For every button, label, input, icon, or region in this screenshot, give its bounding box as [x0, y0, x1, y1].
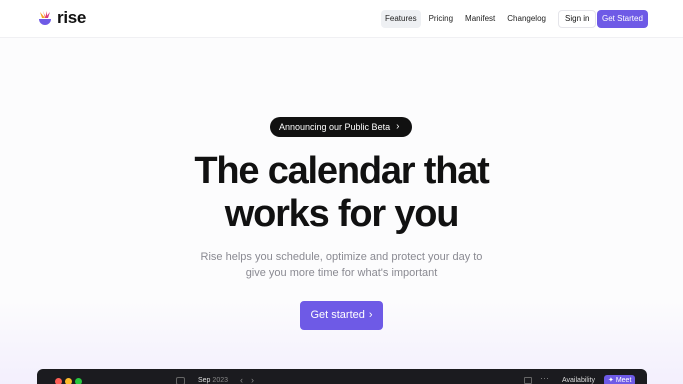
month-name: Sep	[198, 377, 211, 384]
window-maximize-dot	[75, 378, 82, 384]
rise-logo-icon	[39, 11, 51, 25]
app-preview-window: Sep 2023 ‹› ··· Availability ✦ Meet	[37, 369, 647, 384]
hero-subtitle: Rise helps you schedule, optimize and pr…	[0, 249, 683, 281]
meet-label: Meet	[615, 377, 632, 384]
meet-button: ✦ Meet	[604, 375, 636, 384]
announcement-pill[interactable]: Announcing our Public Beta ›	[270, 117, 412, 137]
nav-item-changelog[interactable]: Changelog	[503, 10, 550, 28]
nav-item-manifest[interactable]: Manifest	[461, 10, 499, 28]
headline-line-2: works for you	[224, 193, 460, 235]
window-minimize-dot	[65, 378, 72, 384]
brand-name: rise	[57, 8, 87, 27]
main-nav: Features Pricing Manifest Changelog	[381, 10, 554, 28]
year-label: 2023	[212, 377, 228, 384]
calendar-nav-arrows-icon: ‹›	[240, 375, 262, 384]
sign-in-button[interactable]: Sign in	[558, 10, 597, 28]
more-icon: ···	[540, 373, 549, 383]
chevron-right-icon: ›	[396, 121, 400, 132]
hero-cta-label: Get started	[310, 309, 365, 321]
month-label: Sep 2023	[198, 377, 228, 384]
subtitle-line-1: Rise helps you schedule, optimize and pr…	[200, 251, 483, 263]
sparkle-icon: ✦	[608, 377, 614, 384]
window-close-dot	[55, 378, 62, 384]
chevron-right-icon: ›	[368, 309, 373, 321]
hero-headline: The calendar that works for you	[0, 150, 683, 236]
get-started-header-button[interactable]: Get Started	[597, 10, 648, 28]
announcement-text: Announcing our Public Beta	[279, 122, 391, 132]
site-header: rise Features Pricing Manifest Changelog…	[0, 0, 683, 38]
logo[interactable]: rise	[37, 9, 86, 27]
subtitle-line-2: give you more time for what's important	[245, 267, 438, 279]
nav-item-pricing[interactable]: Pricing	[425, 10, 457, 28]
view-icon	[524, 377, 532, 384]
sidebar-toggle-icon	[176, 377, 185, 384]
get-started-hero-button[interactable]: Get started ›	[300, 301, 383, 330]
nav-item-features[interactable]: Features	[381, 10, 421, 28]
headline-line-1: The calendar that	[194, 150, 489, 192]
availability-label: Availability	[562, 377, 595, 384]
